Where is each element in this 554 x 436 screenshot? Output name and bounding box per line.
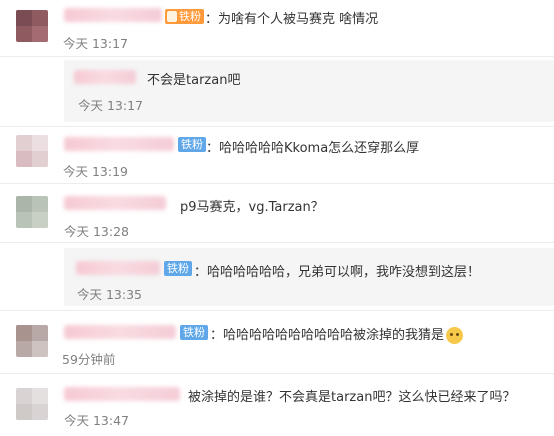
comment-item: 铁粉 ：哈哈哈哈哈哈哈哈哈哈被涂掉的我猜是 59分钟前: [0, 311, 554, 374]
avatar[interactable]: [16, 196, 48, 228]
comment-text: p9马赛克，vg.Tarzan？: [180, 200, 324, 215]
comment-text: ：哈哈哈哈哈哈，兄弟可以啊，我咋没想到这层！: [194, 265, 481, 280]
cat-emoji-icon: [446, 327, 464, 344]
comment-item: 铁粉 ：哈哈哈哈哈Kkoma怎么还穿那么厚 今天 13:19: [0, 127, 554, 184]
fan-icon: [167, 11, 177, 22]
avatar[interactable]: [16, 10, 48, 42]
username-blurred[interactable]: [74, 70, 136, 84]
username-blurred[interactable]: [64, 137, 174, 151]
comment-time: 今天 13:35: [77, 287, 142, 302]
avatar[interactable]: [16, 388, 48, 420]
comment-item: 铁粉 ：为啥有个人被马赛克 啥情况 今天 13:17: [0, 0, 554, 57]
comment-text: 不会是tarzan吧: [147, 73, 241, 88]
comment-text: ：为啥有个人被马赛克 啥情况: [205, 12, 379, 27]
username-blurred[interactable]: [76, 261, 160, 275]
comment-item: p9马赛克，vg.Tarzan？ 今天 13:28: [0, 184, 554, 243]
comment-item: 被涂掉的是谁？不会真是tarzan吧？这么快已经来了吗？ 今天 13:47: [0, 374, 554, 436]
username-blurred[interactable]: [64, 325, 176, 339]
username-blurred[interactable]: [64, 196, 166, 210]
fan-badge[interactable]: 铁粉: [165, 9, 204, 24]
fan-badge[interactable]: 铁粉: [164, 261, 192, 276]
fan-badge[interactable]: 铁粉: [178, 137, 206, 152]
comment-text: ：哈哈哈哈哈Kkoma怎么还穿那么厚: [206, 141, 420, 156]
comment-text: ：哈哈哈哈哈哈哈哈哈哈被涂掉的我猜是: [210, 324, 464, 344]
username-blurred[interactable]: [64, 8, 162, 22]
comment-time: 今天 13:47: [64, 413, 129, 428]
comment-time: 59分钟前: [62, 352, 116, 367]
comment-time: 今天 13:17: [63, 36, 128, 51]
avatar[interactable]: [16, 135, 48, 167]
username-blurred[interactable]: [64, 387, 180, 401]
comment-time: 今天 13:19: [63, 164, 128, 179]
comment-time: 今天 13:17: [78, 98, 143, 113]
comment-text: 被涂掉的是谁？不会真是tarzan吧？这么快已经来了吗？: [188, 390, 516, 405]
avatar[interactable]: [16, 325, 48, 357]
comment-time: 今天 13:28: [64, 224, 129, 239]
fan-badge[interactable]: 铁粉: [180, 325, 208, 340]
